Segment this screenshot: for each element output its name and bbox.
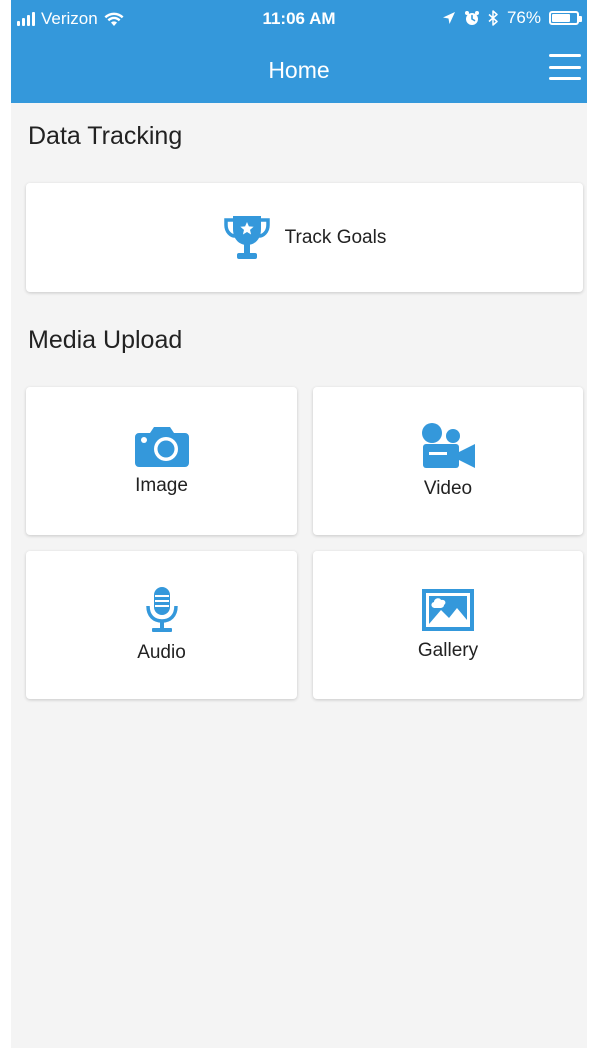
battery-level-fill	[552, 14, 570, 22]
location-arrow-icon	[442, 12, 455, 24]
hamburger-menu-icon[interactable]	[549, 54, 581, 80]
battery-icon	[549, 11, 582, 25]
camera-icon	[134, 427, 189, 467]
microphone-icon	[145, 587, 178, 632]
battery-percent: 76%	[506, 8, 541, 27]
app-header: Verizon 11:06 AM 76% Home	[11, 0, 587, 103]
phone-screen: Verizon 11:06 AM 76% Home Data Tracking …	[11, 0, 587, 1048]
status-bar: Verizon 11:06 AM 76%	[11, 0, 587, 36]
video-label: Video	[423, 478, 473, 499]
data-tracking-heading: Data Tracking	[28, 122, 183, 150]
bluetooth-icon	[488, 10, 498, 26]
image-gallery-icon	[422, 589, 474, 631]
track-goals-label: Track Goals	[284, 226, 387, 248]
gallery-upload-button[interactable]: Gallery	[313, 551, 583, 699]
track-goals-button[interactable]: Track Goals	[26, 183, 583, 292]
image-upload-button[interactable]: Image	[26, 387, 297, 535]
audio-upload-button[interactable]: Audio	[26, 551, 297, 699]
video-upload-button[interactable]: Video	[313, 387, 583, 535]
image-label: Image	[135, 475, 188, 496]
status-right: 76%	[442, 8, 582, 28]
video-camera-icon	[422, 423, 475, 468]
audio-label: Audio	[137, 642, 186, 663]
alarm-icon	[464, 11, 479, 25]
trophy-icon	[223, 215, 270, 259]
media-upload-heading: Media Upload	[28, 326, 183, 354]
page-title: Home	[268, 57, 330, 83]
gallery-label: Gallery	[417, 640, 479, 661]
